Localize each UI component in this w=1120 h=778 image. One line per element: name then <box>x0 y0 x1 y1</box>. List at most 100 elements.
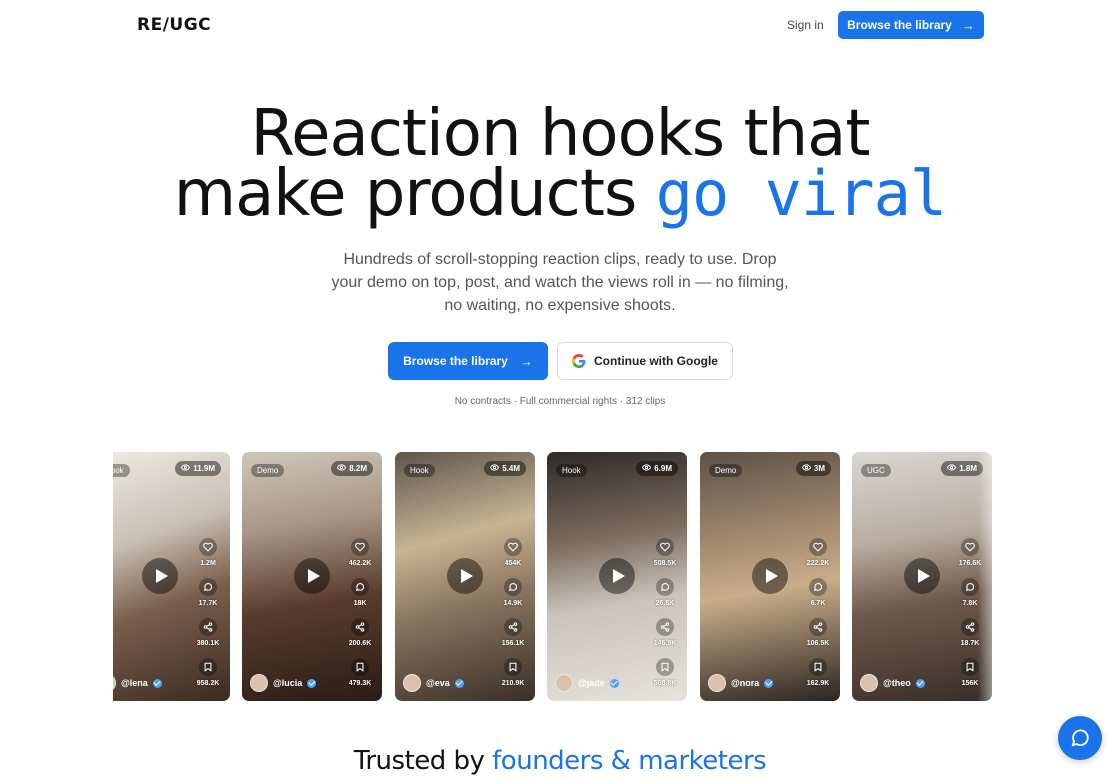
chat-button[interactable] <box>1058 716 1102 760</box>
trusted-accent: founders & marketers <box>492 746 767 776</box>
creator[interactable]: @lena <box>113 674 162 692</box>
shares-stat[interactable]: 156.1K <box>499 618 527 658</box>
creator-handle: @lena <box>121 678 148 688</box>
creator[interactable]: @lucia <box>250 674 317 692</box>
creator-handle: @lucia <box>273 678 303 688</box>
comments-count: 7.8K <box>962 600 978 607</box>
saves-stat[interactable]: 479.3K <box>346 658 374 698</box>
saves-count: 156K <box>961 680 979 687</box>
sign-in-link[interactable]: Sign in <box>787 18 824 32</box>
likes-stat[interactable]: 462.2K <box>346 538 374 578</box>
share-icon <box>504 618 522 636</box>
saves-stat[interactable]: 162.9K <box>804 658 832 698</box>
heart-icon <box>656 538 674 556</box>
share-icon <box>199 618 217 636</box>
play-icon[interactable] <box>752 558 788 594</box>
saves-count: 162.9K <box>806 680 830 687</box>
creator[interactable]: @eva <box>403 674 464 692</box>
eye-icon <box>181 463 191 474</box>
video-card[interactable]: Hook 5.4M 454K 14.9K 156.1K 210.9K @eva <box>395 452 535 701</box>
likes-stat[interactable]: 454K <box>499 538 527 578</box>
video-card[interactable]: Demo 8.2M 462.2K 18K 200.6K 479.3K @lucia <box>242 452 382 701</box>
engagement-stats: 508.5K 26.8K 146.9K 508.8K <box>651 538 679 698</box>
saves-count: 508.8K <box>653 680 677 687</box>
shares-stat[interactable]: 146.9K <box>651 618 679 658</box>
verified-icon <box>454 678 464 688</box>
share-icon <box>351 618 369 636</box>
likes-stat[interactable]: 1.2M <box>194 538 222 578</box>
saves-stat[interactable]: 958.2K <box>194 658 222 698</box>
creator[interactable]: @jade <box>555 674 619 692</box>
shares-stat[interactable]: 106.5K <box>804 618 832 658</box>
play-icon[interactable] <box>904 558 940 594</box>
saves-stat[interactable]: 210.9K <box>499 658 527 698</box>
views-count: 5.4M <box>502 464 520 473</box>
google-signin-button[interactable]: Continue with Google <box>557 342 733 380</box>
likes-count: 454K <box>504 560 522 567</box>
views-count: 1.8M <box>959 464 977 473</box>
bookmark-icon <box>656 658 674 676</box>
header-browse-button[interactable]: Browse the library → <box>838 11 984 39</box>
comments-stat[interactable]: 14.9K <box>499 578 527 618</box>
avatar <box>250 674 268 692</box>
likes-count: 462.2K <box>348 560 372 567</box>
bookmark-icon <box>809 658 827 676</box>
header-browse-label: Browse the library <box>847 18 952 32</box>
shares-count: 106.5K <box>806 640 830 647</box>
browse-library-button[interactable]: Browse the library → <box>388 342 548 380</box>
play-icon[interactable] <box>599 558 635 594</box>
verified-icon <box>152 678 162 688</box>
shares-stat[interactable]: 200.6K <box>346 618 374 658</box>
saves-count: 958.2K <box>196 680 220 687</box>
shares-count: 200.6K <box>348 640 372 647</box>
play-icon[interactable] <box>142 558 178 594</box>
comment-icon <box>199 578 217 596</box>
video-strip[interactable]: Hook 11.9M 1.2M 17.7K 380.1K 958.2K @lena Demo 8… <box>113 452 1008 701</box>
chat-icon <box>1071 729 1089 747</box>
hero-title: Reaction hooks that make products go vir… <box>0 97 1120 226</box>
comment-icon <box>656 578 674 596</box>
saves-stat[interactable]: 156K <box>956 658 984 698</box>
arrow-right-icon: → <box>961 17 975 33</box>
shares-stat[interactable]: 380.1K <box>194 618 222 658</box>
creator[interactable]: @nora <box>708 674 774 692</box>
likes-count: 176.6K <box>958 560 982 567</box>
logo[interactable]: RE/UGC <box>137 15 211 35</box>
creator[interactable]: @theo <box>860 674 925 692</box>
likes-stat[interactable]: 176.6K <box>956 538 984 578</box>
avatar <box>113 674 116 692</box>
views-count: 8.2M <box>349 464 367 473</box>
browse-library-label: Browse the library <box>403 354 508 368</box>
video-card[interactable]: UGC 1.8M 176.6K 7.8K 18.7K 156K @theo <box>852 452 992 701</box>
bookmark-icon <box>504 658 522 676</box>
comments-stat[interactable]: 7.8K <box>956 578 984 618</box>
video-card[interactable]: Demo 3M 222.2K 6.7K 106.5K 162.9K @nora <box>700 452 840 701</box>
comments-stat[interactable]: 18K <box>346 578 374 618</box>
play-icon[interactable] <box>447 558 483 594</box>
share-icon <box>809 618 827 636</box>
hero-title-line1: Reaction hooks that <box>250 97 871 171</box>
comments-stat[interactable]: 6.7K <box>804 578 832 618</box>
likes-stat[interactable]: 508.5K <box>651 538 679 578</box>
eye-icon <box>947 463 957 474</box>
shares-stat[interactable]: 18.7K <box>956 618 984 658</box>
play-icon[interactable] <box>294 558 330 594</box>
avatar <box>403 674 421 692</box>
likes-stat[interactable]: 222.2K <box>804 538 832 578</box>
video-card[interactable]: Hook 11.9M 1.2M 17.7K 380.1K 958.2K @lena <box>113 452 230 701</box>
verified-icon <box>609 678 619 688</box>
comments-stat[interactable]: 17.7K <box>194 578 222 618</box>
likes-count: 222.2K <box>806 560 830 567</box>
comments-stat[interactable]: 26.8K <box>651 578 679 618</box>
heart-icon <box>961 538 979 556</box>
views-badge: 5.4M <box>484 461 526 476</box>
creator-handle: @theo <box>883 678 911 688</box>
engagement-stats: 454K 14.9K 156.1K 210.9K <box>499 538 527 698</box>
video-card[interactable]: Hook 6.9M 508.5K 26.8K 146.9K 508.8K @jade <box>547 452 687 701</box>
clip-tag: Demo <box>709 464 743 477</box>
google-signin-label: Continue with Google <box>594 354 718 368</box>
clip-tag: Hook <box>556 464 587 477</box>
verified-icon <box>764 678 774 688</box>
saves-stat[interactable]: 508.8K <box>651 658 679 698</box>
heart-icon <box>809 538 827 556</box>
